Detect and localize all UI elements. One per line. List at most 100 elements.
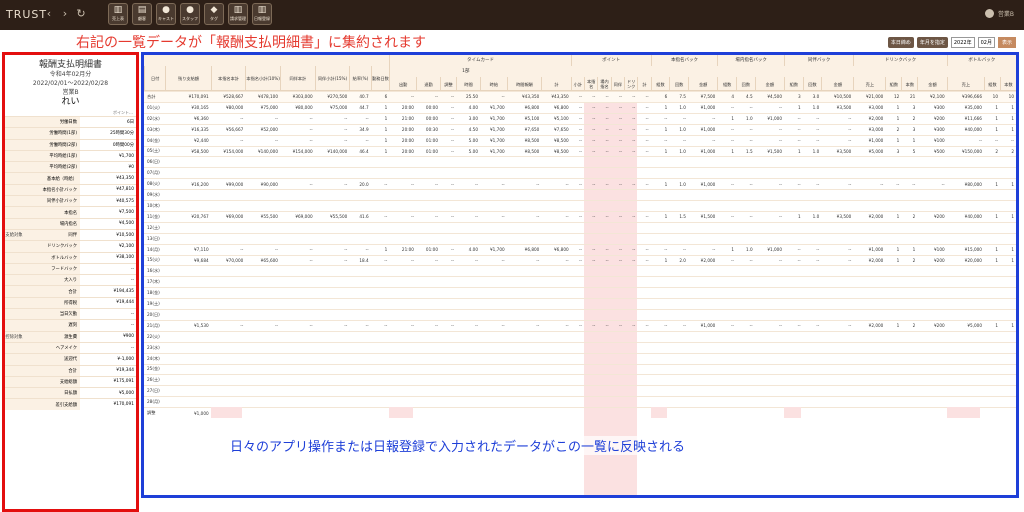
toolbar-button[interactable]: ▥ 売上表 — [108, 3, 128, 25]
table-row[interactable]: 01(火) ¥30,165 ¥80,000 ¥75,000 ¥80,000 ¥75,000… — [144, 101, 1016, 113]
payslip-row: 合計 ¥19,344 — [5, 364, 136, 376]
table-row[interactable]: 21(月) ¥1,530 -- -- -- -- -- -- -- -- -- -- -- -- -- -- -… — [144, 319, 1016, 331]
table-row[interactable]: 23(水) — [144, 341, 1016, 353]
column-header[interactable]: 退勤 — [416, 77, 440, 91]
toolbar-button[interactable]: ▥ 日報登録 — [252, 3, 272, 25]
adjustment-input-cell[interactable] — [210, 407, 242, 419]
table-row[interactable]: 26(土) — [144, 374, 1016, 385]
reload-icon[interactable]: ↻ — [76, 7, 86, 20]
table-row[interactable]: 12(土) — [144, 221, 1016, 233]
table-row[interactable]: 05(土) ¥58,500 ¥154,000 ¥140,000 ¥154,000 ¥140… — [144, 145, 1016, 157]
payslip-group — [5, 275, 23, 286]
column-header[interactable]: 場内指名 — [597, 77, 610, 91]
table-row[interactable]: 15(火) ¥9,684 ¥70,000 ¥65,600 -- -- 18.4 -- -- -- -… — [144, 254, 1016, 266]
column-header[interactable]: 時間 — [456, 77, 480, 91]
column-header[interactable]: 回数 — [669, 77, 688, 91]
table-cell: ¥90,000 — [260, 181, 278, 187]
table-cell: ¥16,335 — [191, 127, 209, 133]
column-header[interactable]: 回数 — [802, 77, 822, 91]
toolbar-button[interactable]: ● スタッフ — [180, 3, 200, 25]
column-header[interactable]: 本数 — [1000, 77, 1016, 91]
table-row[interactable]: 02(水) ¥6,360 -- -- -- -- -- 1 21:00 00:00 -- 3.00 ¥1… — [144, 112, 1016, 124]
user-menu[interactable]: 営業B — [984, 9, 1014, 18]
table-cell: -- — [592, 138, 596, 144]
table-row[interactable]: 18(金) — [144, 287, 1016, 298]
adjustment-input-cell[interactable] — [389, 407, 414, 419]
column-header[interactable]: 給率(%) — [349, 66, 370, 91]
column-header[interactable]: 金額 — [917, 77, 946, 91]
table-row[interactable]: 06(日) — [144, 156, 1016, 167]
column-header[interactable]: 勤務日数 — [370, 66, 390, 91]
adjustment-input-cell[interactable] — [650, 407, 668, 419]
column-header[interactable]: ドリンク — [624, 77, 637, 91]
column-header[interactable]: 金額 — [754, 77, 784, 91]
column-header[interactable]: 同伴 — [610, 77, 624, 91]
column-header[interactable]: 売上 — [853, 77, 885, 91]
adjustment-input-cell[interactable] — [784, 407, 801, 419]
column-header[interactable]: 同伴小計(15%) — [314, 66, 350, 91]
month-select[interactable]: 02月 — [977, 37, 995, 48]
table-row[interactable]: 28(月) — [144, 396, 1016, 407]
column-header[interactable]: 日付 — [144, 66, 165, 91]
table-cell: 1.0 — [745, 116, 753, 122]
column-header[interactable]: 計 — [637, 77, 650, 91]
table-row[interactable]: 14(月) ¥7,110 -- -- -- -- -- 1 21:00 01:00 -- 4.00 ¥1… — [144, 243, 1016, 255]
table-row[interactable]: 03(木) ¥16,335 ¥56,667 ¥52,000 -- -- 34.9 1 20:00… — [144, 123, 1016, 135]
column-header[interactable]: 売上 — [946, 77, 984, 91]
year-select[interactable]: 2022年 — [950, 37, 975, 48]
column-header[interactable]: 小計 — [570, 77, 584, 91]
column-header[interactable]: 組数 — [885, 77, 901, 91]
adjustment-input-cell[interactable] — [946, 407, 981, 419]
table-row[interactable]: 20(日) — [144, 309, 1016, 320]
table-cell: -- — [797, 181, 801, 187]
back-icon[interactable]: ‹ — [44, 7, 54, 20]
column-header[interactable]: 組数 — [784, 77, 803, 91]
table-row[interactable]: 27(日) — [144, 385, 1016, 396]
table-row[interactable]: 合計 ¥170,091 ¥528,667 ¥478,100 ¥303,000 ¥270,5… — [144, 91, 1016, 102]
table-row[interactable]: 25(金) — [144, 363, 1016, 375]
column-header[interactable]: 調整 — [440, 77, 456, 91]
show-button[interactable]: 表示 — [997, 37, 1016, 48]
table-row[interactable]: 13(日) — [144, 232, 1016, 244]
column-header[interactable]: 本指名本計 — [210, 66, 246, 91]
table-row[interactable]: 11(金) ¥20,767 ¥69,000 ¥55,500 ¥69,000 ¥55,500… — [144, 210, 1016, 222]
toolbar-button[interactable]: ▥ 請求管理 — [228, 3, 248, 25]
toolbar-button[interactable]: ◆ タグ — [204, 3, 224, 25]
table-row[interactable]: 04(金) ¥2,440 -- -- -- -- -- 1 20:00 01:00 -- 5.00 ¥1… — [144, 134, 1016, 146]
table-row[interactable]: 10(木) — [144, 200, 1016, 211]
payslip-group — [5, 320, 23, 331]
column-header[interactable]: 出勤 — [389, 77, 416, 91]
table-row[interactable]: 調整 ¥1,000 — [144, 407, 1016, 418]
table-cell: -- — [605, 247, 609, 253]
column-header[interactable]: 本数 — [901, 77, 917, 91]
column-header[interactable]: 金額 — [821, 77, 853, 91]
column-header[interactable]: 組数 — [717, 77, 736, 91]
column-header[interactable]: 残り支給額 — [165, 66, 210, 91]
column-header[interactable]: 組数 — [984, 77, 1000, 91]
column-header[interactable]: 時間報酬 — [506, 77, 542, 91]
table-row[interactable]: 09(水) — [144, 189, 1016, 200]
column-header[interactable]: 計 — [541, 77, 570, 91]
column-header[interactable]: 組数 — [650, 77, 670, 91]
column-header[interactable]: 回数 — [736, 77, 755, 91]
table-row[interactable]: 16(水) — [144, 265, 1016, 276]
close-today-button[interactable]: 本日締め — [887, 37, 914, 48]
column-header[interactable]: 金額 — [688, 77, 717, 91]
table-row[interactable]: 07(月) — [144, 167, 1016, 178]
table-row[interactable]: 19(土) — [144, 298, 1016, 309]
column-header[interactable]: 本指名小計(10%) — [245, 66, 280, 91]
table-row[interactable]: 08(火) ¥16,200 ¥99,000 ¥90,000 -- -- 20.0 -- -- --… — [144, 178, 1016, 189]
payslip-value: ¥43,350 — [80, 173, 136, 184]
table-row[interactable]: 24(木) — [144, 352, 1016, 364]
column-header[interactable]: 同伴本計 — [280, 66, 315, 91]
table-row[interactable]: 17(木) — [144, 276, 1016, 287]
forward-icon[interactable]: › — [60, 7, 70, 20]
column-header[interactable]: 本指名 — [584, 77, 597, 91]
table-cell: 00:30 — [425, 127, 438, 133]
toolbar-button[interactable]: ● キャスト — [156, 3, 176, 25]
toolbar-icon: ▥ — [113, 5, 123, 15]
table-row[interactable]: 22(火) — [144, 330, 1016, 342]
table-cell: ¥1,700 — [490, 138, 505, 144]
column-header[interactable]: 時給 — [480, 77, 507, 91]
toolbar-button[interactable]: ▤ 顧客 — [132, 3, 152, 25]
